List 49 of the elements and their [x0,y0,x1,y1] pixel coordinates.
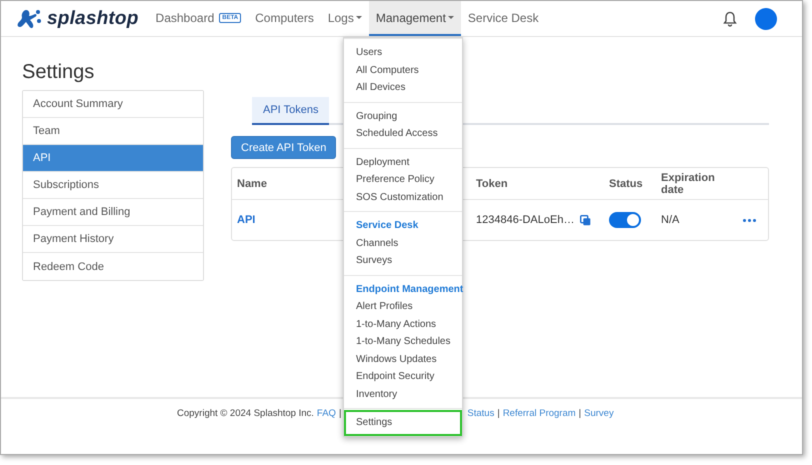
footer-link[interactable]: Referral Program [502,408,576,418]
menu-item[interactable]: Channels [344,234,462,252]
separator: | [497,408,500,418]
menu-item[interactable]: Settings [344,410,462,436]
notification-bell-icon[interactable] [723,10,737,26]
token-name-link[interactable]: API [237,214,256,226]
menu-item[interactable]: 1-to-Many Schedules [344,333,462,350]
nav-item[interactable]: Service Desk [460,1,546,36]
expiration-value: N/A [661,214,680,226]
menu-item[interactable]: Alert Profiles [344,298,462,316]
menu-item[interactable]: Grouping [344,108,462,125]
menu-item[interactable]: Scheduled Access [344,125,462,142]
brand-name: splashtop [47,8,139,30]
footer-link[interactable]: FAQ [316,408,336,418]
nav-item[interactable]: Computers [248,1,321,36]
menu-item[interactable]: Inventory [344,386,462,403]
copyright-text: Copyright © 2024 Splashtop Inc. [177,408,314,418]
create-token-button[interactable]: Create API Token [231,136,336,159]
token-value: 1234846-DALoEh… [476,214,574,226]
sidebar-item[interactable]: API [23,145,203,172]
menu-section-heading: Service Desk [355,219,420,233]
menu-item[interactable]: Users [344,44,462,62]
menu-section-heading: Endpoint Management [355,282,462,296]
nav-item[interactable]: Logs [320,1,369,36]
column-header: Expiration date [656,168,738,200]
menu-item[interactable]: Preference Policy [344,171,462,188]
menu-item[interactable]: All Computers [344,62,462,79]
user-avatar[interactable] [755,8,777,30]
menu-item[interactable]: Endpoint Security [344,368,462,386]
menu-item[interactable]: Deployment [344,154,462,171]
sidebar-item[interactable]: Account Summary [23,91,203,118]
menu-item[interactable]: Windows Updates [344,350,462,368]
menu-item[interactable]: All Devices [344,79,462,96]
footer-link[interactable]: Status [467,408,494,418]
column-header: Token [471,168,604,200]
more-options-icon[interactable] [743,218,756,222]
tab[interactable]: API Tokens [252,97,330,125]
status-toggle[interactable] [609,212,641,228]
menu-item[interactable]: 1-to-Many Actions [344,316,462,333]
separator: | [338,408,342,418]
menu-item[interactable]: SOS Customization [344,188,462,206]
nav-item[interactable]: Management [368,1,461,36]
menu-item[interactable]: Surveys [344,252,462,270]
column-header: Status [604,168,656,200]
logo-icon [17,8,43,30]
separator: | [578,408,582,418]
copy-icon[interactable] [580,214,592,226]
page-title: Settings [22,61,94,84]
footer-link[interactable]: Survey [584,408,614,418]
